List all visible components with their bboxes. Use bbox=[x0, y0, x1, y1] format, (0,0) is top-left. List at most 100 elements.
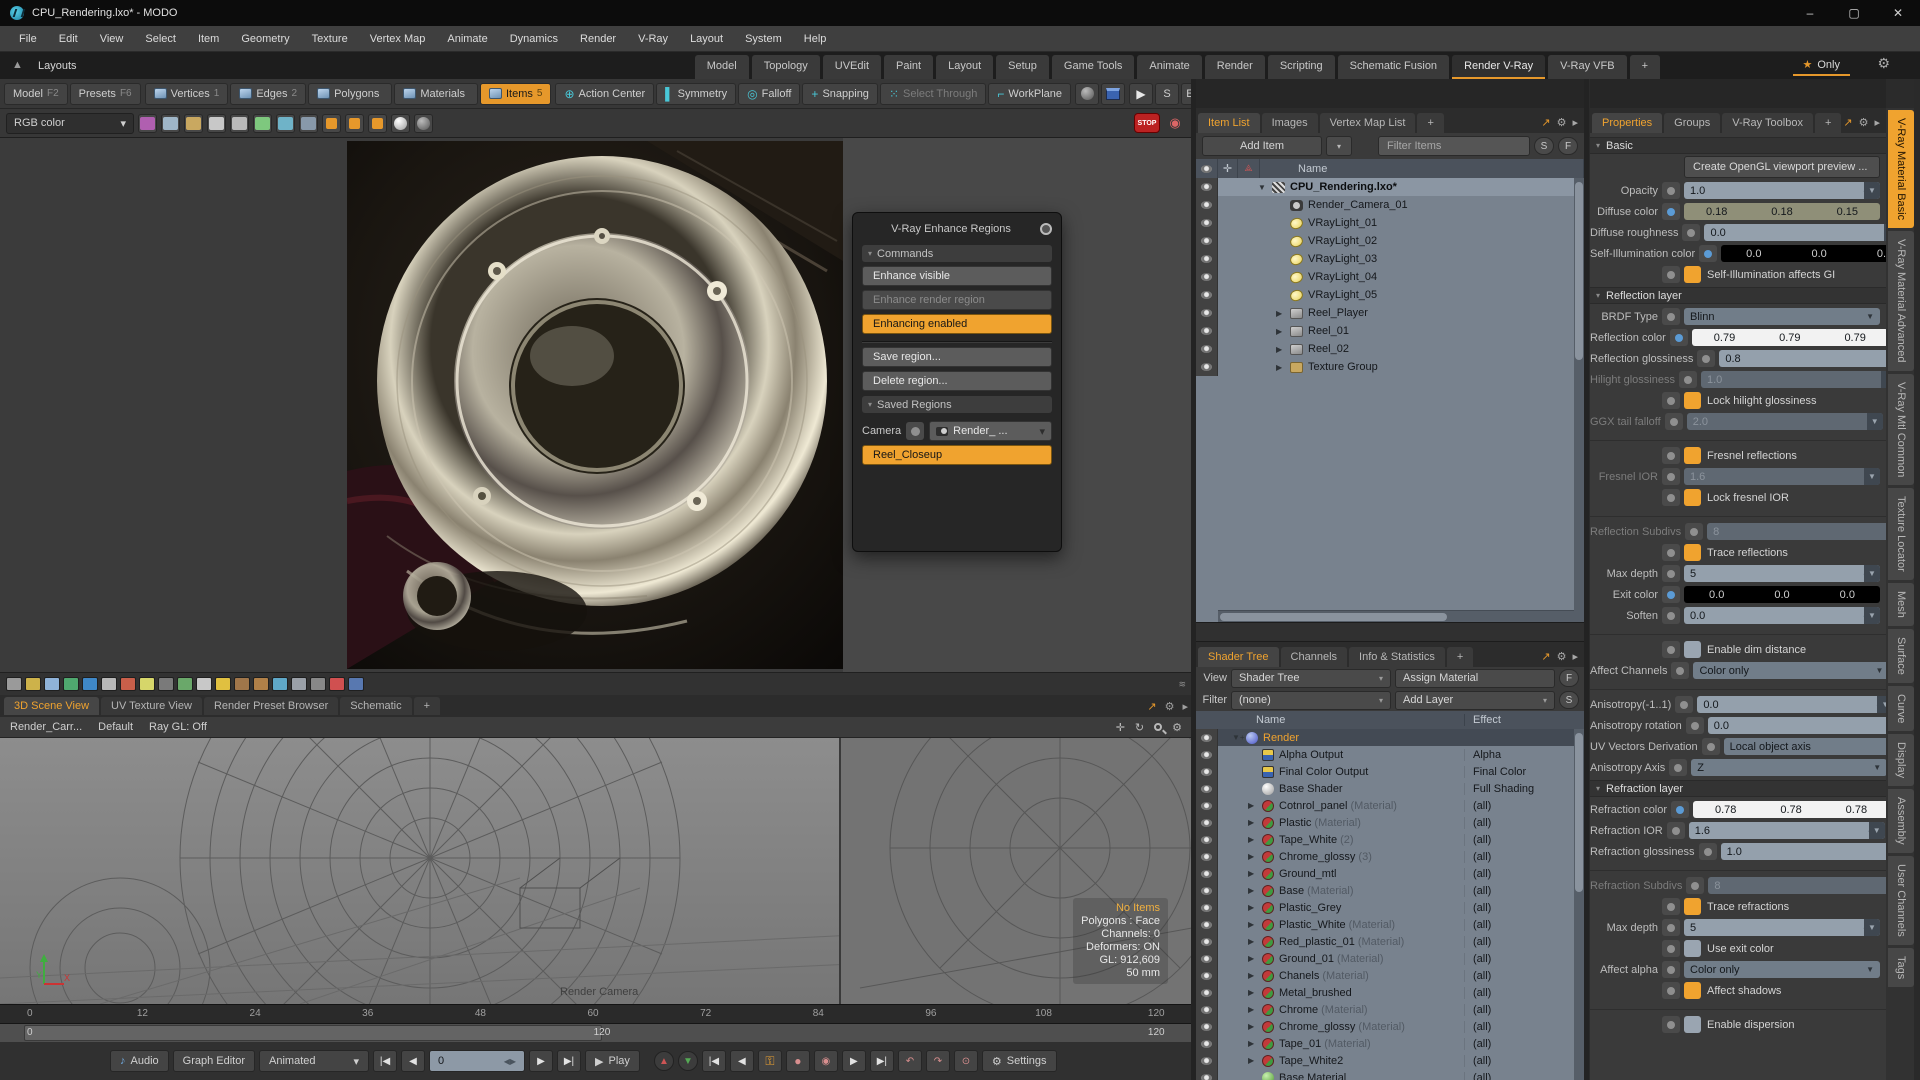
panel-divider[interactable] bbox=[1584, 79, 1589, 1080]
white-material-ball-button[interactable] bbox=[391, 113, 410, 133]
close-button[interactable]: ✕ bbox=[1876, 0, 1920, 26]
channel-toggle[interactable] bbox=[1662, 447, 1680, 464]
timeline[interactable]: 0 12 24 36 48 60 72 84 96 108 120 0 120 … bbox=[0, 1004, 1192, 1042]
add-item-button[interactable]: Add Item bbox=[1202, 136, 1322, 156]
category-tab[interactable]: Texture Locator bbox=[1888, 487, 1914, 580]
bars-icon[interactable] bbox=[348, 677, 364, 691]
viewport-shading-dropdown[interactable]: Default bbox=[98, 721, 133, 733]
checkbox[interactable] bbox=[1684, 266, 1701, 283]
channel-toggle[interactable] bbox=[1678, 371, 1697, 388]
expand-arrow[interactable]: ▶ bbox=[1248, 852, 1260, 861]
keypad-icon[interactable] bbox=[299, 113, 318, 133]
noise-icon[interactable] bbox=[177, 677, 193, 691]
channel-toggle[interactable] bbox=[1662, 641, 1680, 658]
saved-region-reel-closeup-button[interactable]: Reel_Closeup bbox=[862, 445, 1052, 465]
layer-effect[interactable]: (all) bbox=[1464, 799, 1584, 812]
play-button[interactable]: ▶ Play bbox=[585, 1050, 640, 1072]
layer-effect[interactable]: (all) bbox=[1464, 952, 1584, 965]
gradient-icon[interactable] bbox=[63, 677, 79, 691]
panel-tab[interactable]: Info & Statistics bbox=[1349, 647, 1445, 667]
color-value-field[interactable]: 0.00.00.0 bbox=[1721, 245, 1886, 262]
menu-item[interactable]: Edit bbox=[50, 29, 87, 49]
expand-arrow[interactable]: ▼+ bbox=[1232, 733, 1245, 742]
expand-icon[interactable]: ↗ bbox=[1541, 650, 1550, 663]
vray-render-start-button[interactable]: ▶ bbox=[1129, 82, 1154, 105]
viewport-tab[interactable]: 3D Scene View bbox=[4, 697, 100, 715]
channel-toggle[interactable] bbox=[1662, 266, 1680, 283]
checkbox[interactable] bbox=[1684, 1016, 1701, 1033]
value-field[interactable]: 0.0◀▶▼ bbox=[1684, 607, 1880, 624]
layer-visibility-toggle[interactable] bbox=[1196, 831, 1218, 848]
checkbox[interactable] bbox=[1684, 982, 1701, 999]
value-field[interactable]: 0.8◀▶▼ bbox=[1719, 350, 1886, 367]
item-visibility-toggle[interactable] bbox=[1196, 196, 1218, 214]
add-item-arrow[interactable]: ▾ bbox=[1326, 136, 1352, 156]
vray-toolbar-button[interactable]: S bbox=[1155, 82, 1180, 105]
expand-arrow[interactable]: ▶ bbox=[1248, 920, 1260, 929]
panel-tab[interactable]: Item List bbox=[1198, 113, 1260, 133]
layer-effect[interactable]: (all) bbox=[1464, 918, 1584, 931]
spinner-icon[interactable]: ◀▶ bbox=[504, 1057, 516, 1066]
channel-toggle[interactable] bbox=[1664, 413, 1683, 430]
checker-icon[interactable] bbox=[158, 677, 174, 691]
channel-toggle[interactable] bbox=[1686, 877, 1705, 894]
channel-toggle[interactable] bbox=[1669, 759, 1688, 776]
dropdown-arrow-icon[interactable]: ▼ bbox=[1868, 822, 1885, 839]
item-visibility-toggle[interactable] bbox=[1196, 214, 1218, 232]
tool-toggle-button[interactable]: ▌ Symmetry bbox=[656, 82, 737, 105]
menu-item[interactable]: File bbox=[10, 29, 46, 49]
expand-icon[interactable]: ↗ bbox=[1843, 116, 1852, 129]
expand-arrow[interactable]: ▶ bbox=[1276, 327, 1288, 336]
graph-editor-button[interactable]: Graph Editor bbox=[172, 1050, 256, 1072]
tool-toggle-button[interactable]: + Snapping bbox=[802, 82, 878, 105]
channel-toggle[interactable] bbox=[1662, 468, 1680, 485]
expand-icon[interactable]: ↗ bbox=[1147, 700, 1156, 713]
selection-mode-button[interactable]: Polygons bbox=[308, 82, 393, 105]
menu-item[interactable]: Help bbox=[795, 29, 836, 49]
item-row[interactable]: VRayLight_04 bbox=[1196, 268, 1584, 286]
menu-item[interactable]: Vertex Map bbox=[361, 29, 435, 49]
value-field[interactable]: 0.0◀▶▼ bbox=[1704, 224, 1886, 241]
channel-toggle[interactable] bbox=[1685, 523, 1704, 540]
ripples-icon[interactable] bbox=[272, 677, 288, 691]
checkbox[interactable] bbox=[1684, 489, 1701, 506]
color-value-field[interactable]: 0.79 0.79 0.79 bbox=[1691, 329, 1886, 346]
layout-tab[interactable]: Scripting bbox=[1267, 55, 1335, 79]
paste-icon[interactable] bbox=[230, 113, 249, 133]
image-map-icon[interactable] bbox=[25, 677, 41, 691]
create-opengl-preview-button[interactable]: Create OpenGL viewport preview ... bbox=[1684, 156, 1880, 178]
category-tab[interactable]: Assembly bbox=[1888, 789, 1914, 853]
menu-item[interactable]: Layout bbox=[681, 29, 732, 49]
layer-visibility-toggle[interactable] bbox=[1196, 967, 1218, 984]
mode-button[interactable]: Presets F6 bbox=[69, 82, 141, 105]
shader-tree-row[interactable]: ▶ Chrome (Material) (all) bbox=[1196, 1001, 1584, 1018]
shader-tree-row[interactable]: ▼+ Render bbox=[1196, 729, 1584, 746]
panel-tab[interactable]: + bbox=[1446, 647, 1474, 667]
key-create-button[interactable]: ⚿ bbox=[757, 1050, 782, 1072]
record-up-button[interactable]: ▲ bbox=[653, 1051, 674, 1071]
layer-visibility-toggle[interactable] bbox=[1196, 899, 1218, 916]
item-row[interactable]: ▶ Reel_01 bbox=[1196, 322, 1584, 340]
collapse-chevron-icon[interactable]: ≋ bbox=[1178, 679, 1186, 690]
panel-tab[interactable]: V-Ray Toolbox bbox=[1722, 113, 1813, 133]
value-field[interactable]: 0.0◀▶▼ bbox=[1707, 717, 1886, 734]
panel-tab[interactable]: Properties bbox=[1592, 113, 1663, 133]
go-to-end-button[interactable]: ▶| bbox=[557, 1050, 582, 1072]
layer-effect[interactable]: (all) bbox=[1464, 833, 1584, 846]
gear-icon[interactable]: ⚙ bbox=[1859, 116, 1869, 129]
layer-visibility-toggle[interactable] bbox=[1196, 882, 1218, 899]
layer-effect[interactable]: (all) bbox=[1464, 969, 1584, 982]
shader-tree-row[interactable]: Base Material (all) bbox=[1196, 1069, 1584, 1080]
horizontal-scrollbar[interactable] bbox=[1218, 610, 1584, 622]
channel-toggle[interactable] bbox=[1662, 586, 1680, 603]
go-to-start-button[interactable]: |◀ bbox=[373, 1050, 398, 1072]
expand-arrow[interactable]: ▶ bbox=[1248, 1022, 1260, 1031]
next-frame-button[interactable]: ▶ bbox=[529, 1050, 554, 1072]
expand-arrow[interactable]: ▶ bbox=[1276, 309, 1288, 318]
layer-effect[interactable]: (all) bbox=[1464, 1071, 1584, 1080]
dropdown-field[interactable]: Local object axis▼ bbox=[1723, 738, 1886, 755]
auto-key-button[interactable]: ◉ bbox=[813, 1050, 838, 1072]
category-tab[interactable]: V-Ray Mtl Common bbox=[1888, 373, 1914, 485]
layer-effect[interactable]: (all) bbox=[1464, 1054, 1584, 1067]
animated-dropdown[interactable]: Animated ▾ bbox=[259, 1050, 370, 1072]
